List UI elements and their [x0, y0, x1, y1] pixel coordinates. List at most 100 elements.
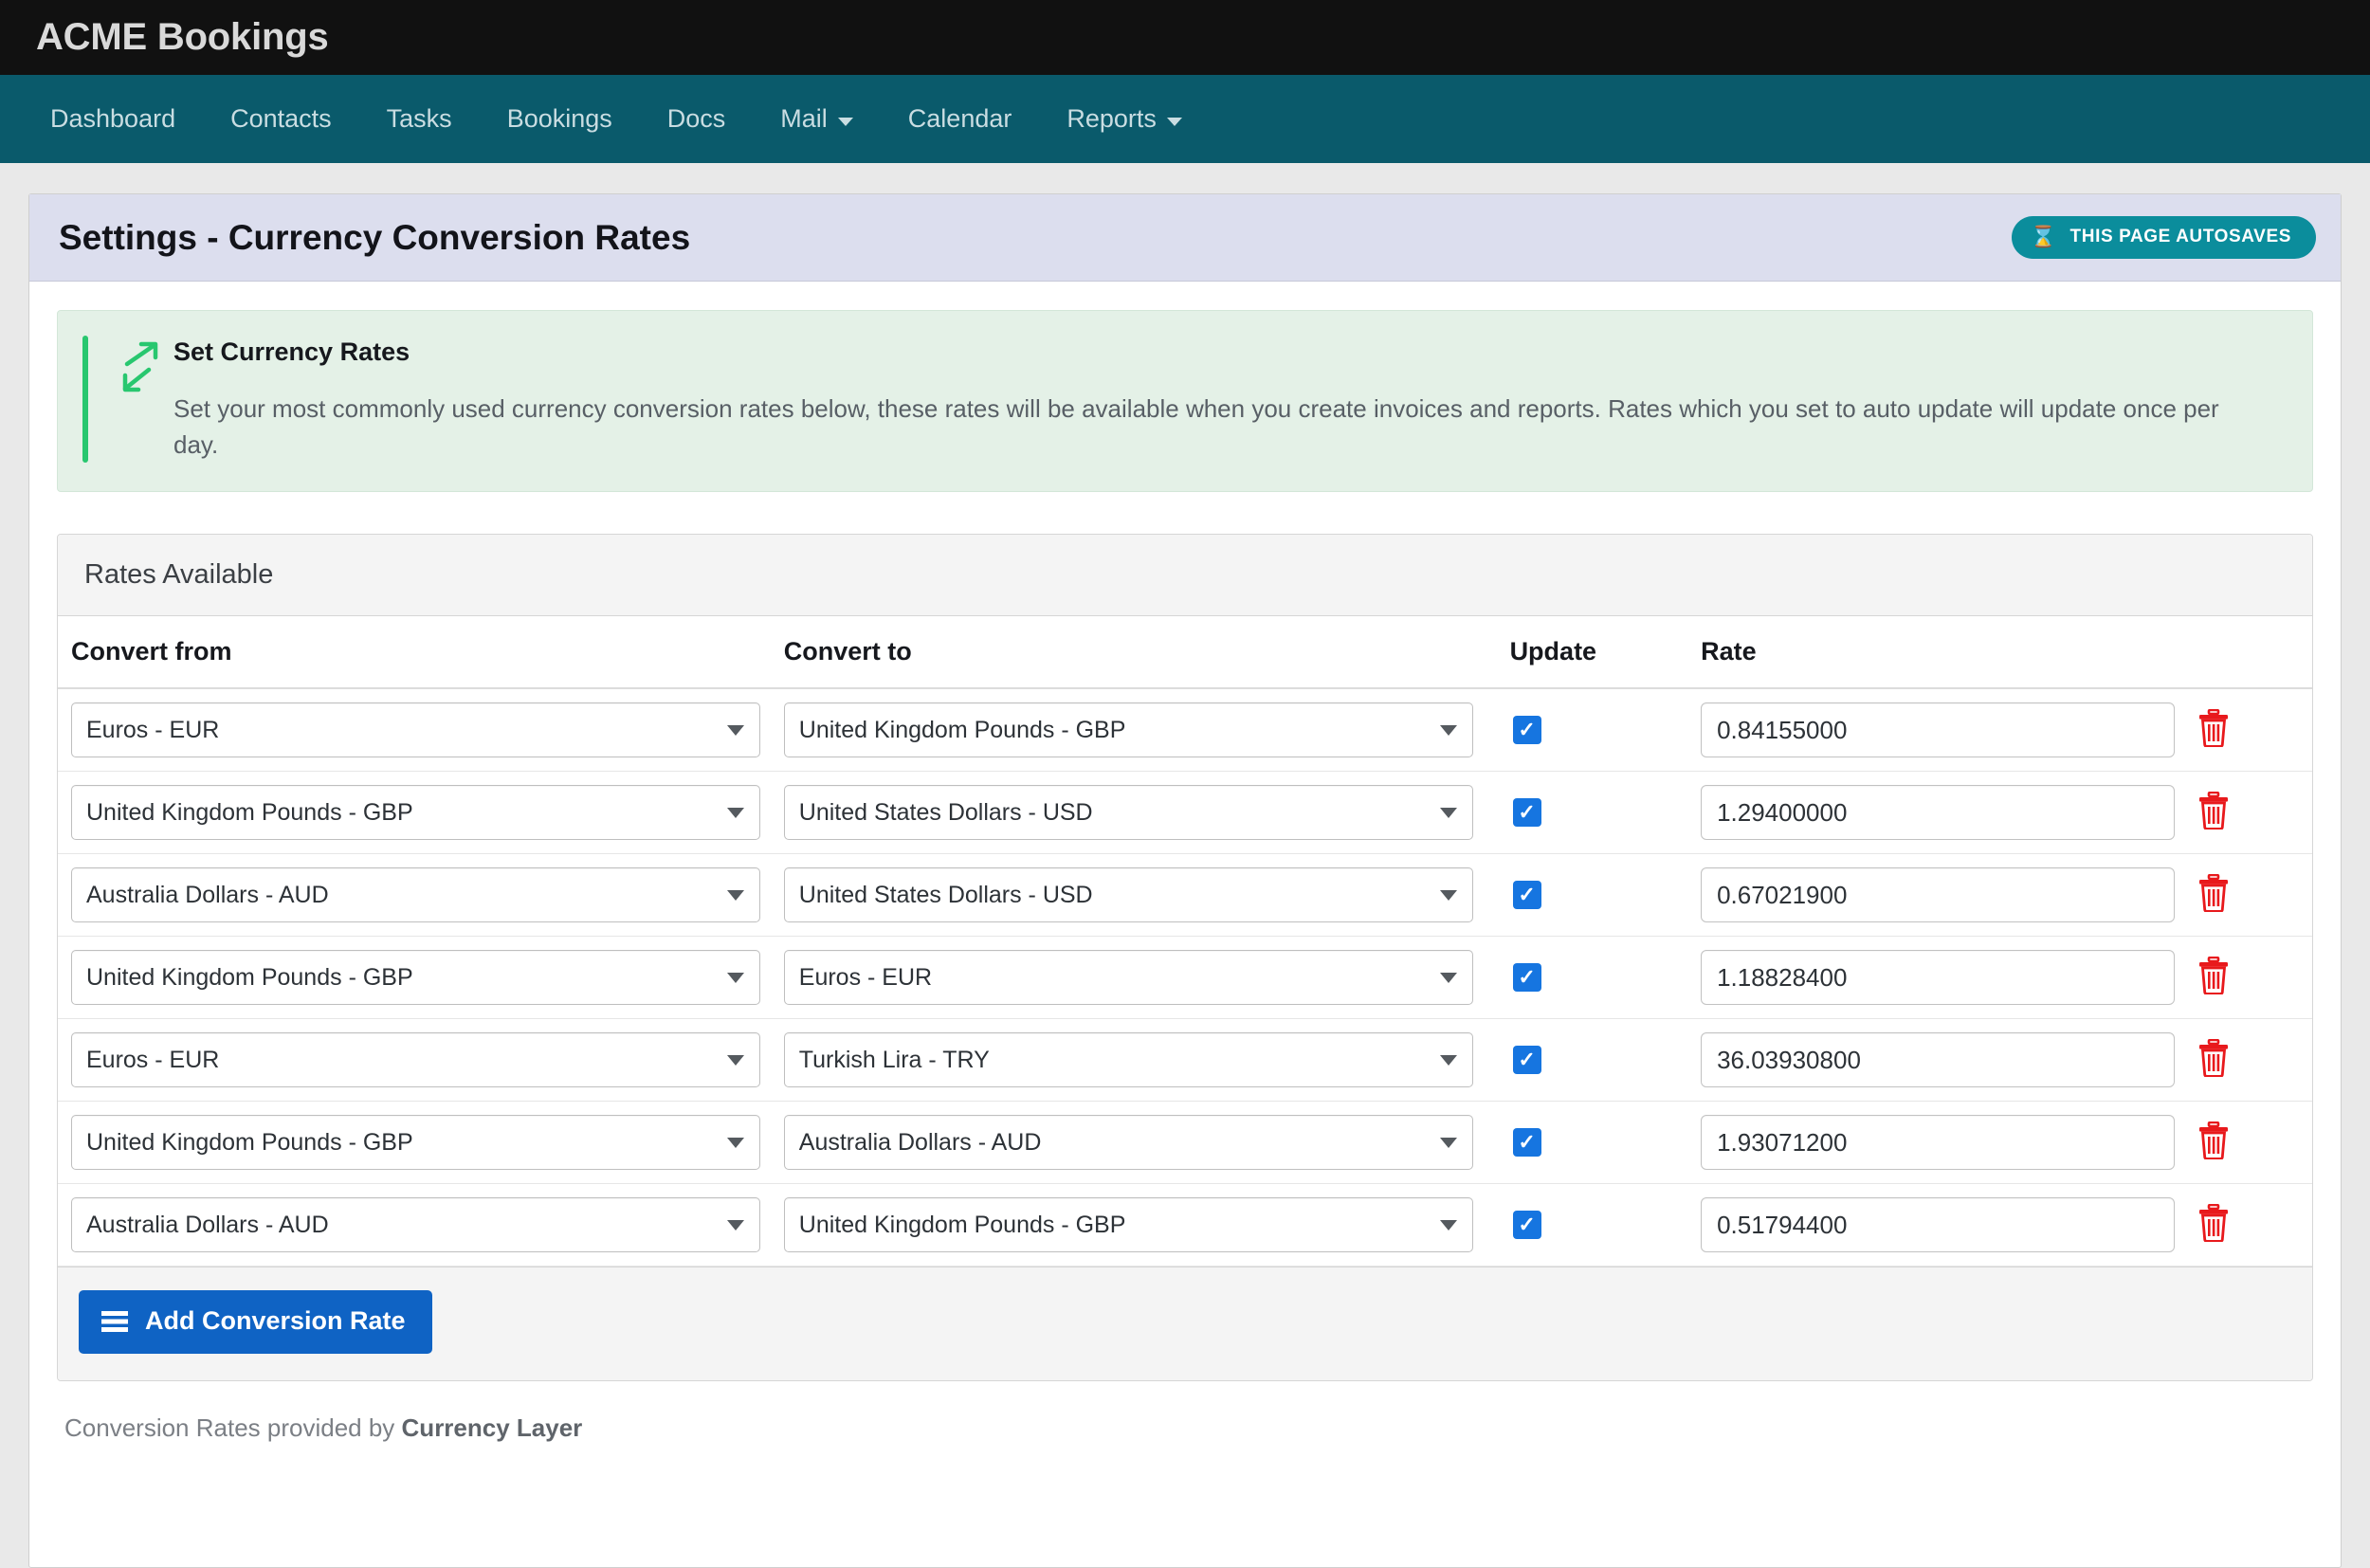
nav-item-label: Docs [666, 104, 726, 133]
chevron-down-icon [727, 1054, 744, 1066]
convert-from-select[interactable]: United Kingdom Pounds - GBP [71, 785, 760, 841]
status-badge-autosave: ⌛ THIS PAGE AUTOSAVES [2011, 216, 2316, 259]
chevron-down-icon [727, 972, 744, 983]
chevron-down-icon [1439, 972, 1457, 983]
update-checkbox[interactable]: ✓ [1512, 798, 1541, 828]
nav-item-calendar[interactable]: Calendar [881, 75, 1040, 163]
credit-prefix: Conversion Rates provided by [64, 1413, 402, 1443]
update-checkbox[interactable]: ✓ [1512, 1211, 1541, 1240]
convert-to-value: United States Dollars - USD [798, 881, 1093, 908]
nav-item-label: Mail [780, 104, 828, 133]
list-lines-icon [101, 1310, 128, 1333]
add-conversion-rate-label: Add Conversion Rate [145, 1306, 406, 1336]
update-checkbox[interactable]: ✓ [1512, 963, 1541, 993]
chevron-down-icon [1439, 1137, 1457, 1148]
rate-input[interactable]: 1.18828400 [1701, 950, 2176, 1006]
nav-item-mail[interactable]: Mail [753, 75, 881, 163]
rate-value: 1.93071200 [1717, 1127, 1848, 1157]
trash-icon[interactable] [2197, 1203, 2230, 1243]
cell-convert-to: United States Dollars - USD [783, 771, 1510, 855]
cell-rate: 0.67021900 [1701, 853, 2198, 938]
convert-from-value: United Kingdom Pounds - GBP [86, 798, 413, 826]
cell-convert-from: United Kingdom Pounds - GBP [58, 936, 784, 1020]
convert-to-select[interactable]: United States Dollars - USD [783, 785, 1473, 841]
convert-to-select[interactable]: Australia Dollars - AUD [783, 1115, 1473, 1171]
cell-rate: 0.51794400 [1701, 1183, 2198, 1267]
cell-rate: 1.18828400 [1701, 936, 2198, 1020]
rate-input[interactable]: 1.93071200 [1701, 1115, 2176, 1171]
nav-item-label: Tasks [386, 104, 452, 133]
chevron-down-icon [727, 724, 744, 736]
update-checkbox[interactable]: ✓ [1512, 716, 1541, 745]
trash-icon[interactable] [2197, 1038, 2230, 1078]
trash-icon[interactable] [2197, 708, 2230, 748]
convert-from-select[interactable]: United Kingdom Pounds - GBP [71, 1115, 760, 1171]
convert-to-value: United Kingdom Pounds - GBP [798, 716, 1126, 743]
cell-convert-to: Euros - EUR [783, 936, 1510, 1020]
convert-to-value: Euros - EUR [798, 963, 933, 991]
cell-delete [2197, 936, 2312, 1020]
convert-from-select[interactable]: Euros - EUR [71, 702, 760, 758]
main-navigation: Dashboard Contacts Tasks Bookings Docs Mail Ca… [0, 75, 2370, 163]
cell-delete [2197, 853, 2312, 938]
autosave-label: THIS PAGE AUTOSAVES [2069, 227, 2291, 246]
convert-from-select[interactable]: Australia Dollars - AUD [71, 867, 760, 923]
rate-input[interactable]: 0.51794400 [1701, 1197, 2176, 1253]
nav-item-docs[interactable]: Docs [640, 75, 754, 163]
hourglass-icon: ⌛ [2030, 225, 2057, 248]
cell-convert-from: Australia Dollars - AUD [58, 1183, 784, 1267]
convert-to-value: United States Dollars - USD [798, 798, 1093, 826]
cell-rate: 1.93071200 [1701, 1101, 2198, 1185]
cell-update: ✓ [1509, 688, 1702, 773]
cell-convert-to: United Kingdom Pounds - GBP [783, 1183, 1510, 1267]
rate-input[interactable]: 36.03930800 [1701, 1032, 2176, 1088]
page-header: Settings - Currency Conversion Rates ⌛ T… [29, 194, 2341, 282]
update-checkbox[interactable]: ✓ [1512, 1128, 1541, 1158]
convert-from-value: United Kingdom Pounds - GBP [86, 963, 413, 991]
convert-to-select[interactable]: United States Dollars - USD [783, 867, 1473, 923]
convert-to-select[interactable]: United Kingdom Pounds - GBP [783, 1197, 1473, 1253]
convert-to-select[interactable]: Turkish Lira - TRY [783, 1032, 1473, 1088]
nav-item-tasks[interactable]: Tasks [359, 75, 480, 163]
cell-delete [2197, 771, 2312, 855]
rate-input[interactable]: 0.84155000 [1701, 702, 2176, 758]
cell-convert-from: Australia Dollars - AUD [58, 853, 784, 938]
cell-delete [2197, 1101, 2312, 1185]
nav-item-label: Contacts [230, 104, 332, 133]
callout-title: Set Currency Rates [173, 337, 410, 366]
nav-item-label: Dashboard [50, 104, 176, 133]
trash-icon[interactable] [2197, 1121, 2230, 1160]
cell-update: ✓ [1509, 1183, 1702, 1267]
convert-from-value: Euros - EUR [86, 1046, 220, 1073]
trash-icon[interactable] [2197, 873, 2230, 913]
rate-value: 1.29400000 [1717, 797, 1848, 827]
cell-rate: 1.29400000 [1701, 771, 2198, 855]
convert-from-select[interactable]: Australia Dollars - AUD [71, 1197, 760, 1253]
column-header-convert-from: Convert from [58, 616, 784, 690]
cell-rate: 36.03930800 [1701, 1018, 2198, 1103]
nav-item-reports[interactable]: Reports [1039, 75, 1210, 163]
convert-from-select[interactable]: Euros - EUR [71, 1032, 760, 1088]
chevron-down-icon [1439, 1054, 1457, 1066]
cell-convert-to: United Kingdom Pounds - GBP [783, 688, 1510, 773]
rate-input[interactable]: 1.29400000 [1701, 785, 2176, 841]
nav-item-contacts[interactable]: Contacts [203, 75, 359, 163]
rate-value: 0.67021900 [1717, 880, 1848, 909]
trash-icon[interactable] [2197, 956, 2230, 995]
convert-from-select[interactable]: United Kingdom Pounds - GBP [71, 950, 760, 1006]
nav-item-label: Bookings [506, 104, 612, 133]
update-checkbox[interactable]: ✓ [1512, 881, 1541, 910]
nav-item-dashboard[interactable]: Dashboard [23, 75, 203, 163]
trash-icon[interactable] [2197, 791, 2230, 830]
callout-description: Set your most commonly used currency con… [173, 394, 2219, 460]
nav-item-bookings[interactable]: Bookings [480, 75, 640, 163]
panel-heading: Rates Available [58, 535, 2312, 617]
rate-input[interactable]: 0.67021900 [1701, 867, 2176, 923]
convert-to-select[interactable]: Euros - EUR [783, 950, 1473, 1006]
update-checkbox[interactable]: ✓ [1512, 1046, 1541, 1075]
chevron-down-icon [727, 1137, 744, 1148]
convert-to-select[interactable]: United Kingdom Pounds - GBP [783, 702, 1473, 758]
cell-convert-to: Australia Dollars - AUD [783, 1101, 1510, 1185]
brand-bar: ACME Bookings [0, 0, 2370, 75]
add-conversion-rate-button[interactable]: Add Conversion Rate [79, 1290, 432, 1355]
